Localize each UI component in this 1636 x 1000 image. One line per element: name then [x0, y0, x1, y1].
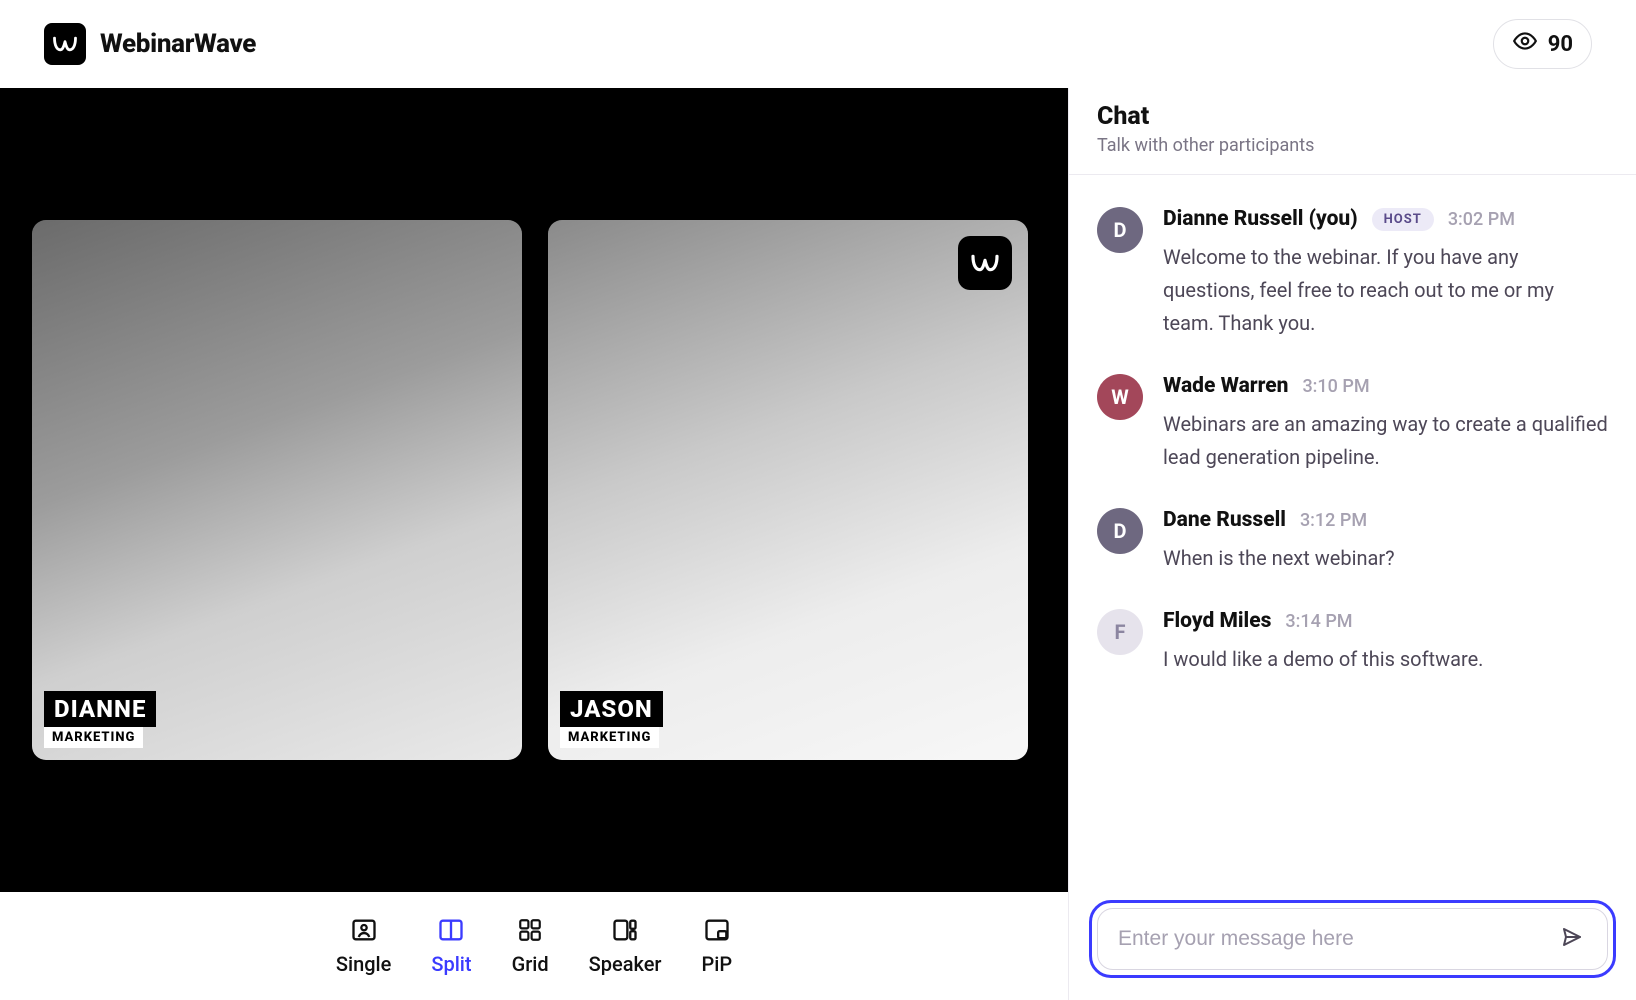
message-text: Webinars are an amazing way to create a …: [1163, 408, 1608, 474]
participant-role: MARKETING: [44, 727, 143, 748]
message-text: When is the next webinar?: [1163, 542, 1608, 575]
chat-panel: Chat Talk with other participants D Diann…: [1068, 88, 1636, 1000]
chat-title: Chat: [1097, 102, 1608, 131]
chat-header: Chat Talk with other participants: [1069, 88, 1636, 175]
avatar: D: [1097, 508, 1143, 554]
send-icon: [1560, 925, 1584, 953]
eye-icon: [1512, 28, 1538, 60]
message-text: Welcome to the webinar. If you have any …: [1163, 241, 1608, 340]
chat-compose[interactable]: [1097, 908, 1608, 970]
video-tile[interactable]: DIANNE MARKETING: [32, 220, 522, 760]
participant-video: [32, 220, 522, 760]
view-mode-split[interactable]: Split: [431, 916, 471, 976]
app-header: WebinarWave 90: [0, 0, 1636, 88]
viewer-count: 90: [1548, 32, 1573, 57]
host-badge: HOST: [1372, 208, 1434, 231]
avatar: W: [1097, 374, 1143, 420]
message-author: Dianne Russell (you): [1163, 207, 1358, 231]
brand-logo-icon: [44, 23, 86, 65]
participant-badge: DIANNE MARKETING: [44, 691, 156, 748]
view-mode-grid[interactable]: Grid: [512, 916, 549, 976]
video-stage: DIANNE MARKETING JASON MARKETING: [0, 88, 1068, 892]
chat-message: W Wade Warren 3:10 PM Webinars are an amazi…: [1097, 374, 1608, 474]
participant-role: MARKETING: [560, 727, 659, 748]
message-time: 3:12 PM: [1300, 510, 1367, 531]
chat-message: D Dane Russell 3:12 PM When is the next web…: [1097, 508, 1608, 575]
avatar: F: [1097, 609, 1143, 655]
chat-message: F Floyd Miles 3:14 PM I would like a demo o…: [1097, 609, 1608, 676]
single-view-icon: [349, 916, 379, 944]
pip-view-icon: [702, 916, 732, 944]
message-time: 3:02 PM: [1448, 209, 1515, 230]
message-text: I would like a demo of this software.: [1163, 643, 1608, 676]
participant-badge: JASON MARKETING: [560, 691, 663, 748]
video-tile[interactable]: JASON MARKETING: [548, 220, 1028, 760]
chat-message: D Dianne Russell (you) HOST 3:02 PM Welcome …: [1097, 207, 1608, 340]
message-time: 3:10 PM: [1302, 376, 1369, 397]
speaker-view-icon: [610, 916, 640, 944]
view-mode-label: PiP: [702, 952, 733, 976]
participant-video: [548, 220, 1028, 760]
participant-name: JASON: [560, 691, 663, 727]
message-author: Floyd Miles: [1163, 609, 1271, 633]
grid-view-icon: [515, 916, 545, 944]
viewer-count-pill: 90: [1493, 19, 1592, 69]
view-mode-speaker[interactable]: Speaker: [589, 916, 662, 976]
chat-compose-focus-ring: [1089, 900, 1616, 978]
message-author: Dane Russell: [1163, 508, 1286, 532]
chat-subtitle: Talk with other participants: [1097, 135, 1608, 156]
split-view-icon: [436, 916, 466, 944]
view-mode-label: Single: [336, 952, 392, 976]
send-button[interactable]: [1557, 924, 1587, 954]
view-mode-toolbar: Single Split: [0, 892, 1068, 1000]
brand-name: WebinarWave: [100, 29, 256, 59]
view-mode-label: Grid: [512, 952, 549, 976]
view-mode-single[interactable]: Single: [336, 916, 392, 976]
view-mode-label: Speaker: [589, 952, 662, 976]
view-mode-pip[interactable]: PiP: [702, 916, 733, 976]
chat-input[interactable]: [1118, 927, 1543, 951]
avatar: D: [1097, 207, 1143, 253]
chat-message-list[interactable]: D Dianne Russell (you) HOST 3:02 PM Welcome …: [1069, 175, 1636, 884]
brand: WebinarWave: [44, 23, 256, 65]
message-time: 3:14 PM: [1285, 611, 1352, 632]
brand-watermark-icon: [958, 236, 1012, 290]
view-mode-label: Split: [431, 952, 471, 976]
participant-name: DIANNE: [44, 691, 156, 727]
message-author: Wade Warren: [1163, 374, 1288, 398]
